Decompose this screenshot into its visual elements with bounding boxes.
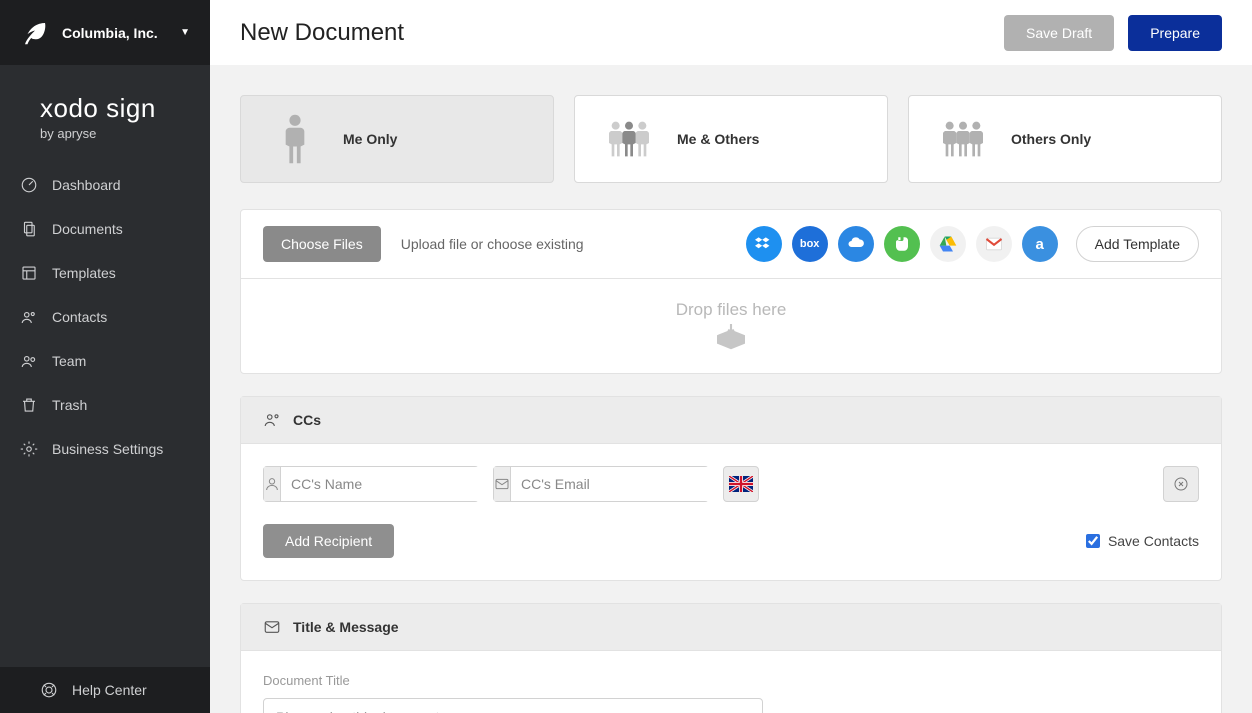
signer-label: Me Only	[343, 131, 397, 147]
nav-documents[interactable]: Documents	[0, 207, 210, 251]
cc-actions: Add Recipient Save Contacts	[263, 524, 1199, 558]
amazon-icon[interactable]: a	[1022, 226, 1058, 262]
brand-name: xodo sign	[40, 93, 190, 124]
close-circle-icon	[1173, 476, 1189, 492]
title-message-body: Document Title	[241, 651, 1221, 713]
signer-options: Me Only Me & Others Others Only	[240, 95, 1222, 183]
content: Me Only Me & Others Others Only	[210, 65, 1252, 713]
save-draft-button[interactable]: Save Draft	[1004, 15, 1114, 51]
integrations: box a Add Template	[746, 226, 1199, 262]
doc-title-input[interactable]	[263, 698, 763, 713]
sidebar: Columbia, Inc. ▼ xodo sign by apryse Das…	[0, 0, 210, 713]
drop-hint: Drop files here	[676, 300, 787, 320]
save-contacts-label: Save Contacts	[1108, 533, 1199, 549]
prepare-button[interactable]: Prepare	[1128, 15, 1222, 51]
templates-icon	[20, 264, 38, 282]
lifebuoy-icon	[40, 681, 58, 699]
gear-icon	[20, 440, 38, 458]
team-icon	[20, 352, 38, 370]
cc-email-input[interactable]	[511, 467, 712, 501]
nav-label: Business Settings	[52, 441, 163, 457]
box-icon[interactable]: box	[792, 226, 828, 262]
cc-row	[263, 466, 1199, 502]
signer-label: Me & Others	[677, 131, 759, 147]
dropbox-icon[interactable]	[746, 226, 782, 262]
box-download-icon	[714, 324, 748, 352]
help-label: Help Center	[72, 682, 147, 698]
save-contacts-toggle[interactable]: Save Contacts	[1086, 533, 1199, 549]
nav-trash[interactable]: Trash	[0, 383, 210, 427]
nav-label: Contacts	[52, 309, 107, 325]
title-message-header: Title & Message	[241, 604, 1221, 651]
org-switcher[interactable]: Columbia, Inc. ▼	[0, 0, 210, 65]
ccs-title: CCs	[293, 412, 321, 428]
gmail-icon[interactable]	[976, 226, 1012, 262]
evernote-icon[interactable]	[884, 226, 920, 262]
gauge-icon	[20, 176, 38, 194]
envelope-icon	[263, 618, 281, 636]
ccs-header: CCs	[241, 397, 1221, 444]
upload-hint: Upload file or choose existing	[401, 236, 584, 252]
org-name: Columbia, Inc.	[62, 25, 168, 41]
person-icon	[271, 111, 319, 167]
chevron-down-icon: ▼	[180, 27, 190, 38]
nav-contacts[interactable]: Contacts	[0, 295, 210, 339]
main-header: New Document Save Draft Prepare	[210, 0, 1252, 65]
choose-files-button[interactable]: Choose Files	[263, 226, 381, 262]
cc-email-group	[493, 466, 709, 502]
add-template-button[interactable]: Add Template	[1076, 226, 1199, 262]
ccs-body: Add Recipient Save Contacts	[241, 444, 1221, 580]
signer-me-only[interactable]: Me Only	[240, 95, 554, 183]
uk-flag-icon	[729, 476, 753, 492]
page-title: New Document	[240, 19, 1004, 47]
file-drop-zone[interactable]: Drop files here	[241, 279, 1221, 373]
help-center[interactable]: Help Center	[0, 667, 210, 713]
feather-icon	[20, 18, 50, 48]
doc-title-label: Document Title	[263, 673, 1199, 688]
nav-label: Team	[52, 353, 86, 369]
nav-team[interactable]: Team	[0, 339, 210, 383]
add-recipient-button[interactable]: Add Recipient	[263, 524, 394, 558]
nav-label: Dashboard	[52, 177, 121, 193]
nav-label: Trash	[52, 397, 87, 413]
nav-label: Templates	[52, 265, 116, 281]
ccs-panel: CCs	[240, 396, 1222, 581]
cc-name-input[interactable]	[281, 467, 482, 501]
nav-dashboard[interactable]: Dashboard	[0, 163, 210, 207]
nav: Dashboard Documents Templates Contacts T…	[0, 157, 210, 471]
signer-me-and-others[interactable]: Me & Others	[574, 95, 888, 183]
cc-name-group	[263, 466, 479, 502]
brand-sub: by apryse	[40, 126, 190, 141]
signer-label: Others Only	[1011, 131, 1091, 147]
contacts-icon	[263, 411, 281, 429]
files-panel: Choose Files Upload file or choose exist…	[240, 209, 1222, 374]
group-icon	[939, 111, 987, 167]
trash-icon	[20, 396, 38, 414]
language-button[interactable]	[723, 466, 759, 502]
main: New Document Save Draft Prepare Me Only …	[210, 0, 1252, 713]
documents-icon	[20, 220, 38, 238]
onedrive-icon[interactable]	[838, 226, 874, 262]
title-message-title: Title & Message	[293, 619, 399, 635]
title-message-panel: Title & Message Document Title	[240, 603, 1222, 713]
brand: xodo sign by apryse	[0, 65, 210, 157]
signer-others-only[interactable]: Others Only	[908, 95, 1222, 183]
nav-settings[interactable]: Business Settings	[0, 427, 210, 471]
contacts-icon	[20, 308, 38, 326]
google-drive-icon[interactable]	[930, 226, 966, 262]
envelope-icon	[494, 467, 511, 501]
nav-label: Documents	[52, 221, 123, 237]
nav-templates[interactable]: Templates	[0, 251, 210, 295]
person-icon	[264, 467, 281, 501]
group-icon	[605, 111, 653, 167]
remove-cc-button[interactable]	[1163, 466, 1199, 502]
files-header: Choose Files Upload file or choose exist…	[241, 210, 1221, 279]
save-contacts-checkbox[interactable]	[1086, 534, 1100, 548]
